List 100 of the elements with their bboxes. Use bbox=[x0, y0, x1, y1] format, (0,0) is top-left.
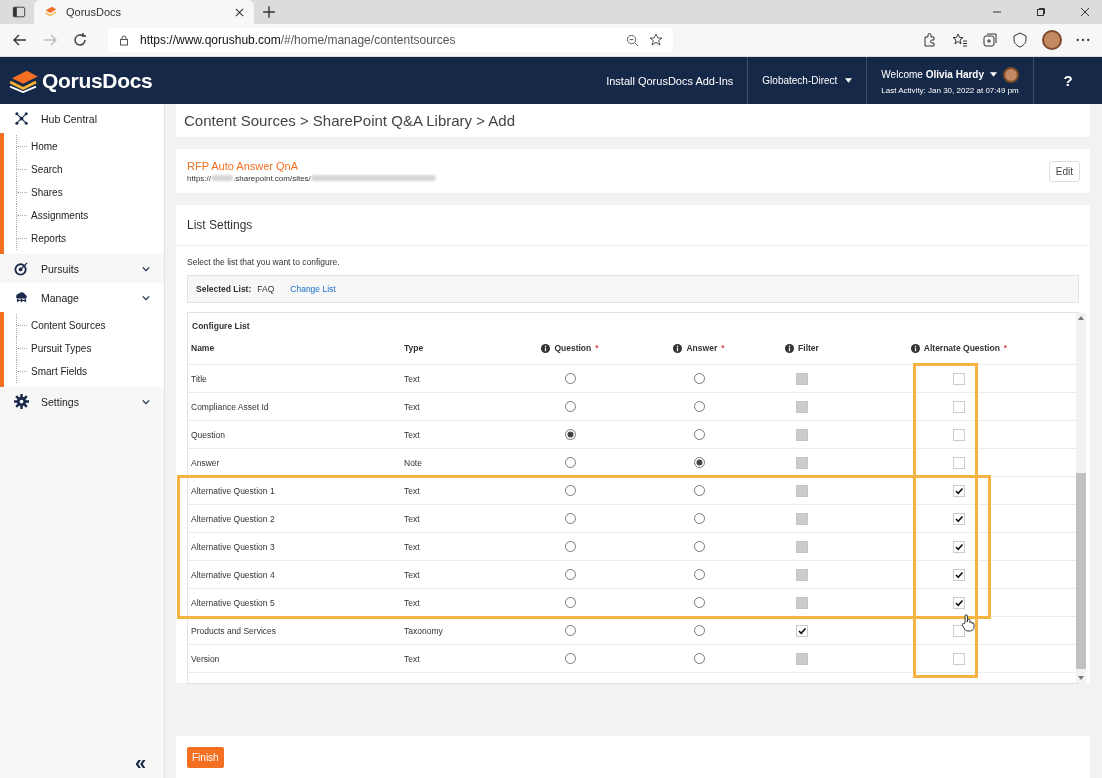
column-header: Filter bbox=[798, 343, 819, 353]
lock-icon bbox=[118, 34, 130, 46]
sidebar-section[interactable]: Pursuits bbox=[0, 254, 164, 283]
radio-button[interactable] bbox=[564, 457, 576, 468]
logo-icon bbox=[8, 68, 40, 93]
info-icon[interactable] bbox=[541, 343, 551, 353]
checkbox[interactable] bbox=[953, 428, 965, 441]
radio-button[interactable] bbox=[564, 401, 576, 412]
checkbox[interactable] bbox=[953, 372, 965, 385]
checkbox[interactable] bbox=[953, 540, 965, 553]
sidebar-section[interactable]: Manage bbox=[0, 283, 164, 312]
radio-button[interactable] bbox=[564, 513, 576, 524]
more-icon[interactable] bbox=[1076, 38, 1090, 42]
radio-button[interactable] bbox=[693, 485, 705, 496]
table-cell: Note bbox=[404, 457, 422, 468]
sidebar-section[interactable]: Settings bbox=[0, 387, 164, 416]
hand-cursor-icon bbox=[961, 614, 975, 632]
checkmark-icon bbox=[954, 541, 964, 552]
close-icon[interactable] bbox=[235, 7, 244, 17]
back-icon[interactable] bbox=[12, 32, 28, 48]
checkbox[interactable] bbox=[953, 456, 965, 469]
sidebar-item[interactable]: Reports bbox=[31, 233, 66, 244]
checkbox[interactable] bbox=[953, 512, 965, 525]
collections-icon[interactable] bbox=[982, 32, 998, 48]
scrollbar[interactable] bbox=[1076, 313, 1086, 683]
column-header: Answer bbox=[686, 343, 718, 353]
table-cell: Title bbox=[191, 373, 207, 384]
radio-button[interactable] bbox=[693, 429, 705, 440]
breadcrumb: Content Sources > SharePoint Q&A Library > Add bbox=[176, 104, 1090, 137]
tab-list-icon[interactable] bbox=[12, 5, 26, 19]
info-icon[interactable] bbox=[910, 343, 920, 353]
radio-button[interactable] bbox=[564, 653, 576, 664]
user-avatar[interactable] bbox=[1003, 66, 1019, 83]
sidebar-item[interactable]: Pursuit Types bbox=[31, 343, 92, 354]
help-button[interactable]: ? bbox=[1034, 57, 1102, 104]
zoom-out-icon[interactable] bbox=[626, 33, 639, 47]
column-header: Type bbox=[404, 343, 424, 353]
radio-button[interactable] bbox=[693, 457, 705, 468]
sidebar-item[interactable]: Home bbox=[31, 141, 58, 152]
edit-button[interactable]: Edit bbox=[1048, 160, 1080, 182]
info-icon[interactable] bbox=[785, 343, 795, 353]
info-icon[interactable] bbox=[673, 343, 683, 353]
checkbox[interactable] bbox=[953, 484, 965, 497]
radio-button[interactable] bbox=[564, 373, 576, 384]
sidebar-item[interactable]: Shares bbox=[31, 187, 63, 198]
target-icon bbox=[14, 261, 29, 276]
checkbox[interactable] bbox=[796, 624, 808, 637]
chevron-icon bbox=[142, 265, 150, 272]
table-cell: Version bbox=[191, 653, 220, 664]
required-mark: * bbox=[1003, 343, 1008, 353]
checkbox[interactable] bbox=[953, 624, 965, 637]
column-header: Question bbox=[554, 343, 592, 353]
radio-button[interactable] bbox=[564, 429, 576, 440]
radio-button[interactable] bbox=[564, 625, 576, 636]
refresh-icon[interactable] bbox=[72, 32, 88, 48]
close-icon[interactable] bbox=[1080, 7, 1090, 17]
radio-button[interactable] bbox=[564, 485, 576, 496]
profile-avatar[interactable] bbox=[1042, 30, 1062, 50]
radio-button[interactable] bbox=[564, 597, 576, 608]
sidebar-item[interactable]: Content Sources bbox=[31, 320, 106, 331]
logo-text: QorusDocs bbox=[42, 68, 153, 93]
checkbox[interactable] bbox=[953, 568, 965, 581]
caret-icon[interactable] bbox=[990, 72, 997, 77]
new-tab-icon[interactable] bbox=[262, 5, 276, 19]
browser-tab[interactable]: QorusDocs bbox=[34, 0, 254, 24]
checkmark-icon bbox=[954, 485, 964, 496]
table-cell: Answer bbox=[191, 457, 220, 468]
radio-button[interactable] bbox=[693, 569, 705, 580]
favorites-icon[interactable] bbox=[952, 32, 968, 48]
radio-button[interactable] bbox=[564, 569, 576, 580]
restore-icon[interactable] bbox=[1036, 7, 1046, 17]
collapse-sidebar-button[interactable]: « bbox=[134, 752, 146, 772]
table-cell: Text bbox=[404, 597, 420, 608]
checkmark-icon bbox=[954, 569, 964, 580]
table-cell: Alternative Question 4 bbox=[191, 569, 275, 580]
checkmark-icon bbox=[954, 513, 964, 524]
sidebar-item[interactable]: Search bbox=[31, 164, 63, 175]
change-list-link[interactable]: Change List bbox=[290, 284, 336, 294]
radio-button[interactable] bbox=[693, 401, 705, 412]
table-cell: Text bbox=[404, 541, 420, 552]
radio-button[interactable] bbox=[693, 625, 705, 636]
checkbox[interactable] bbox=[953, 596, 965, 609]
radio-button[interactable] bbox=[693, 373, 705, 384]
radio-button[interactable] bbox=[693, 597, 705, 608]
address-field[interactable]: https://www.qorushub.com/#/home/manage/contentsources bbox=[108, 28, 673, 52]
radio-button[interactable] bbox=[693, 541, 705, 552]
organization-dropdown[interactable]: Globatech-Direct bbox=[748, 75, 867, 86]
shield-icon[interactable] bbox=[1012, 32, 1028, 48]
checkbox[interactable] bbox=[953, 652, 965, 665]
favorite-add-icon[interactable] bbox=[649, 33, 663, 47]
checkbox[interactable] bbox=[953, 400, 965, 413]
radio-button[interactable] bbox=[693, 653, 705, 664]
radio-button[interactable] bbox=[693, 513, 705, 524]
chevron-icon bbox=[142, 398, 150, 405]
install-link[interactable]: Install QorusDocs Add-Ins bbox=[592, 74, 748, 87]
radio-button[interactable] bbox=[564, 541, 576, 552]
extensions-icon[interactable] bbox=[922, 32, 938, 48]
sidebar-item[interactable]: Smart Fields bbox=[31, 366, 88, 377]
sidebar-section[interactable]: Hub Central bbox=[0, 104, 164, 133]
sidebar-item[interactable]: Assignments bbox=[31, 210, 89, 221]
